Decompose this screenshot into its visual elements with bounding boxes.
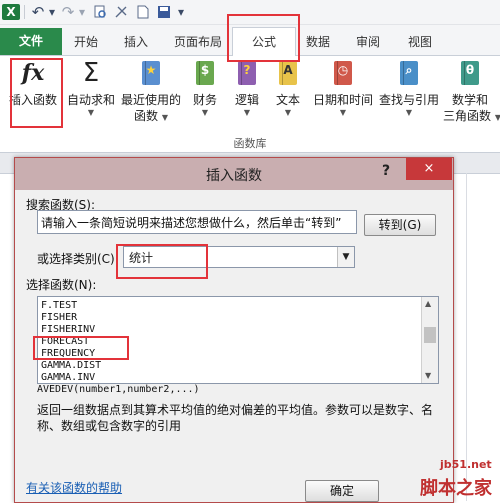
lookup-dropdown-icon: ▼ [405, 108, 413, 117]
logical-book-icon: ? [233, 58, 261, 88]
tab-home[interactable]: 开始 [66, 31, 106, 53]
lookup-button[interactable]: ⌕ 查找与引用 ▼ [377, 58, 441, 117]
watermark-brand: 脚本之家 [420, 478, 492, 499]
magnifier-book-icon: ⌕ [395, 58, 423, 88]
undo-icon[interactable]: ↶ [30, 3, 46, 21]
tab-view[interactable]: 视图 [402, 31, 438, 53]
dialog-titlebar[interactable]: 插入函数 ? × [15, 158, 453, 190]
text-label: 文本 [275, 93, 300, 107]
redo-dropdown-icon[interactable]: ▾ [77, 4, 87, 20]
insert-function-dialog: 插入函数 ? × 搜索函数(S): 请输入一条简短说明来描述您想做什么，然后单击… [14, 157, 454, 503]
undo-dropdown-icon[interactable]: ▾ [47, 4, 57, 20]
customize-qat-icon[interactable]: ▾ [176, 4, 186, 20]
sigma-icon: Σ [82, 58, 100, 88]
autosum-dropdown-icon: ▼ [87, 108, 95, 117]
math-trig-button[interactable]: θ 数学和 三角函数 ▼ [443, 58, 500, 126]
tab-page-layout[interactable]: 页面布局 [168, 31, 228, 53]
scroll-down-icon[interactable]: ▼ [425, 371, 431, 380]
gridline [466, 173, 467, 501]
autosum-button[interactable]: Σ 自动求和 ▼ [66, 58, 116, 117]
math-trig-label: 数学和 三角函数 ▼ [443, 93, 500, 123]
new-document-icon[interactable] [135, 4, 151, 20]
ok-button[interactable]: 确定 [305, 480, 379, 502]
logical-label: 逻辑 [234, 93, 259, 107]
chevron-down-icon[interactable]: ▼ [337, 247, 354, 267]
financial-label: 财务 [192, 93, 217, 107]
scroll-up-icon[interactable]: ▲ [425, 299, 431, 308]
text-book-icon: A [274, 58, 302, 88]
date-time-label: 日期和时间 [312, 93, 373, 107]
excel-logo-icon: X [2, 4, 20, 20]
frequency-highlight [33, 336, 129, 360]
star-book-icon: ★ [137, 58, 165, 88]
date-time-dropdown-icon: ▼ [339, 108, 347, 117]
scrollbar-thumb[interactable] [424, 327, 436, 343]
lookup-label: 查找与引用 [378, 93, 439, 107]
watermark-site: jb51.net [440, 458, 492, 471]
select-function-label: 选择函数(N): [26, 278, 97, 292]
ribbon-formulas: fx 插入函数 Σ 自动求和 ▼ ★ 最近使用的 函数 ▼ $ 财务 ▼ ? 逻辑… [0, 56, 500, 153]
logical-dropdown-icon: ▼ [243, 108, 251, 117]
print-preview-icon[interactable] [92, 4, 108, 20]
formulas-tab-highlight [227, 14, 300, 62]
tab-file[interactable]: 文件 [0, 28, 62, 55]
list-item[interactable]: GAMMA.INV [41, 371, 95, 383]
go-button[interactable]: 转到(G) [364, 214, 436, 236]
function-description: 返回一组数据点到其算术平均值的绝对偏差的平均值。参数可以是数字、名称、数组或包含… [37, 403, 434, 433]
redo-icon[interactable]: ↷ [60, 3, 76, 21]
search-function-input[interactable]: 请输入一条简短说明来描述您想做什么，然后单击“转到” [37, 210, 357, 234]
financial-book-icon: $ [191, 58, 219, 88]
function-signature: AVEDEV(number1,number2,...) [37, 384, 200, 395]
category-label: 或选择类别(C) [37, 252, 115, 266]
list-scrollbar[interactable]: ▲ ▼ [421, 297, 438, 383]
text-button[interactable]: A 文本 ▼ [271, 58, 305, 117]
save-icon[interactable] [156, 4, 172, 20]
text-dropdown-icon: ▼ [284, 108, 292, 117]
separator [24, 5, 25, 19]
financial-dropdown-icon: ▼ [201, 108, 209, 117]
theta-book-icon: θ [456, 58, 484, 88]
tab-review[interactable]: 审阅 [350, 31, 386, 53]
recently-used-label: 最近使用的 函数 ▼ [120, 93, 181, 123]
spelling-icon[interactable] [113, 4, 129, 20]
tab-insert[interactable]: 插入 [116, 31, 156, 53]
financial-button[interactable]: $ 财务 ▼ [188, 58, 222, 117]
function-help-link[interactable]: 有关该函数的帮助 [26, 479, 122, 496]
date-time-button[interactable]: ◷ 日期和时间 ▼ [311, 58, 375, 117]
help-icon[interactable]: ? [382, 163, 390, 179]
recently-used-button[interactable]: ★ 最近使用的 函数 ▼ [120, 58, 182, 126]
close-icon[interactable]: × [406, 158, 452, 180]
insert-function-highlight [10, 58, 63, 128]
category-highlight [116, 244, 208, 279]
clock-book-icon: ◷ [329, 58, 357, 88]
function-library-group-label: 函数库 [233, 137, 267, 150]
autosum-label: 自动求和 [66, 93, 115, 107]
tab-data[interactable]: 数据 [300, 31, 336, 53]
logical-button[interactable]: ? 逻辑 ▼ [230, 58, 264, 117]
